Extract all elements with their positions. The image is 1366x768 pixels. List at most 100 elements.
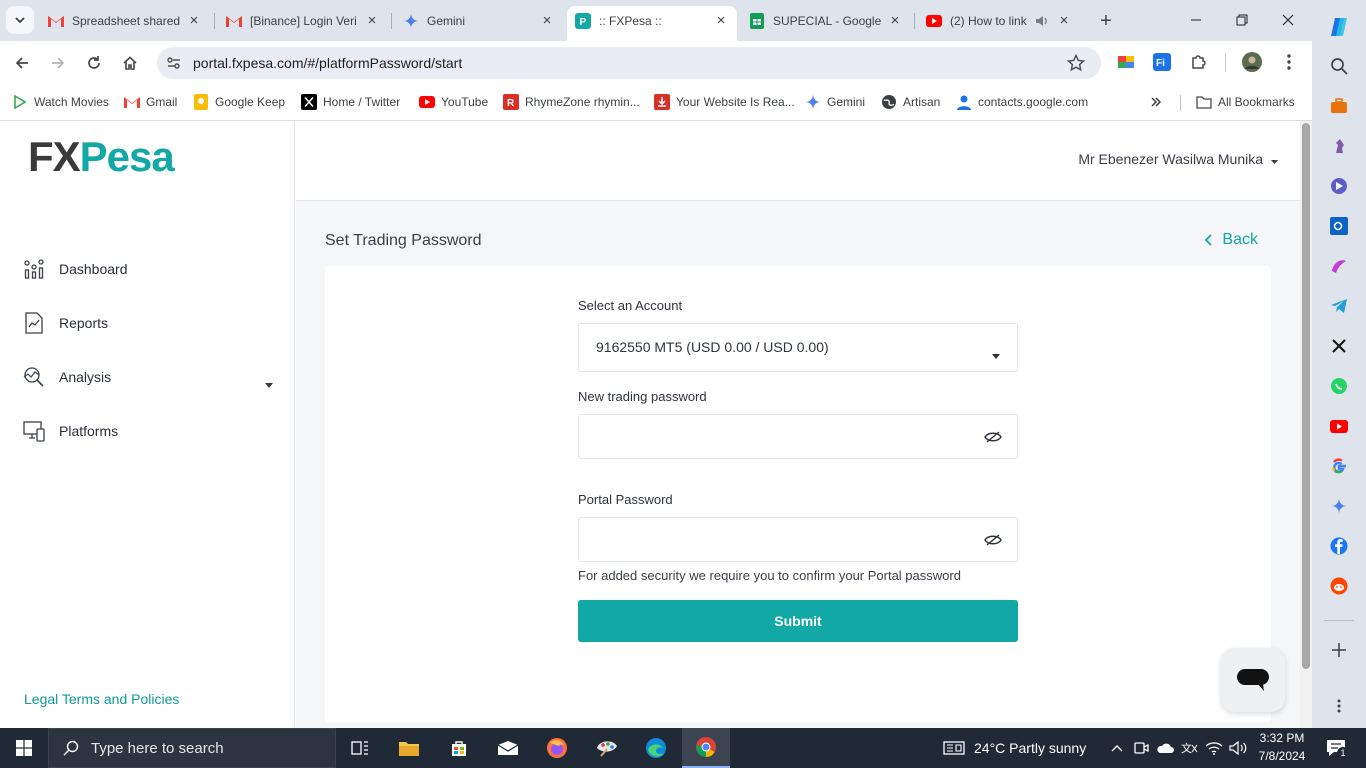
volume-icon[interactable] [1228,738,1248,758]
bookmarks-overflow-button[interactable] [1150,92,1162,112]
portal-password-input[interactable] [578,517,1018,562]
tab-spreadsheet[interactable]: Spreadsheet shared × [40,6,210,35]
eye-off-icon[interactable] [983,427,1003,447]
bookmark-star-icon[interactable] [1066,53,1086,77]
panel-more-icon[interactable] [1329,696,1349,716]
clock-date[interactable]: 7/8/2024 [1258,749,1306,763]
google-icon[interactable] [1329,456,1349,476]
tab-youtube[interactable]: (2) How to link × [918,6,1088,35]
reload-button[interactable] [80,49,108,77]
close-icon[interactable]: × [186,12,202,29]
page-title: Set Trading Password [325,232,482,249]
legal-terms-link[interactable]: Legal Terms and Policies [24,691,179,707]
browser-menu-icon[interactable] [1279,52,1299,72]
minimize-button[interactable] [1173,6,1219,34]
wifi-icon[interactable] [1204,738,1224,758]
bookmark-rhymezone[interactable]: R RhymeZone rhymin... [503,92,640,112]
new-tab-button[interactable]: + [1093,8,1119,34]
fi-extension-icon[interactable]: Fi [1152,52,1172,72]
color-extension-icon[interactable] [1116,52,1136,72]
account-select[interactable]: 9162550 MT5 (USD 0.00 / USD 0.00) [578,323,1018,372]
back-link[interactable]: Back [1204,231,1258,249]
whatsapp-icon[interactable] [1329,376,1349,396]
task-view-button[interactable] [336,728,384,768]
youtube-icon [926,13,942,29]
language-icon[interactable]: 文 [1180,738,1200,758]
paint-app-button[interactable] [583,728,631,768]
bookmark-artisan[interactable]: Artisan [881,92,940,112]
site-settings-icon[interactable] [166,55,182,76]
meet-now-icon[interactable] [1131,738,1151,758]
new-password-input[interactable] [578,414,1018,459]
file-explorer-button[interactable] [385,728,433,768]
reddit-icon[interactable] [1329,576,1349,596]
clock-time[interactable]: 3:32 PM [1258,731,1306,745]
home-button[interactable] [116,49,144,77]
sidebar-item-reports[interactable]: Reports [22,309,282,337]
tab-search-button[interactable] [6,6,34,34]
close-icon[interactable]: × [539,12,555,29]
weather-text[interactable]: 24°C Partly sunny [974,740,1086,756]
chess-icon[interactable] [1329,136,1349,156]
add-icon[interactable] [1329,640,1349,660]
bookmark-gmail[interactable]: Gmail [124,92,177,112]
eye-off-icon[interactable] [983,530,1003,550]
restore-button[interactable] [1219,6,1265,34]
notifications-button[interactable]: 1 [1324,738,1349,759]
submit-button[interactable]: Submit [578,600,1018,642]
back-nav-button[interactable] [8,49,36,77]
copilot-icon[interactable] [1326,14,1352,40]
store-button[interactable] [435,728,483,768]
extensions-puzzle-icon[interactable] [1189,52,1209,72]
designer-icon[interactable] [1329,256,1349,276]
onedrive-icon[interactable] [1155,738,1175,758]
all-bookmarks-button[interactable]: All Bookmarks [1196,92,1295,112]
address-bar[interactable]: portal.fxpesa.com/#/platformPassword/sta… [157,47,1101,79]
telegram-icon[interactable] [1329,296,1349,316]
firefox-button[interactable] [533,728,581,768]
start-button[interactable] [0,728,48,768]
taskbar-search-box[interactable]: Type here to search [48,728,336,768]
edge-button[interactable] [632,728,680,768]
bookmark-twitter[interactable]: Home / Twitter [301,92,400,112]
youtube-icon[interactable] [1329,416,1349,436]
user-menu[interactable]: Mr Ebenezer Wasilwa Munika [1078,151,1278,167]
sidebar-item-dashboard[interactable]: Dashboard [22,255,282,283]
chevron-up-icon[interactable] [1107,738,1127,758]
bookmark-gemini[interactable]: Gemini [805,92,865,112]
x-icon[interactable] [1329,336,1349,356]
close-icon[interactable]: × [887,12,903,29]
chat-widget-button[interactable] [1221,648,1285,712]
search-icon[interactable] [1329,56,1349,76]
sidebar-item-platforms[interactable]: Platforms [22,417,282,445]
tab-binance[interactable]: [Binance] Login Veri × [218,6,388,35]
tab-fxpesa[interactable]: P :: FXPesa :: × [567,6,737,41]
sidebar-item-analysis[interactable]: Analysis [22,363,282,391]
speaker-icon[interactable] [1034,13,1050,29]
tab-supecial[interactable]: SUPECIAL - Google × [741,6,911,35]
chat-icon [1237,669,1269,691]
bookmark-youtube[interactable]: YouTube [419,92,488,112]
weather-icon[interactable] [942,738,966,758]
page-scrollbar[interactable] [1300,121,1312,728]
gemini-icon[interactable] [1329,496,1349,516]
bookmark-watch-movies[interactable]: Watch Movies [12,92,109,112]
close-icon[interactable]: × [1056,12,1072,29]
bookmark-google-keep[interactable]: Google Keep [193,92,285,112]
close-icon[interactable]: × [364,12,380,29]
copilot-app-icon[interactable] [1329,176,1349,196]
close-window-button[interactable] [1265,6,1311,34]
outlook-icon[interactable] [1329,216,1349,236]
tab-gemini[interactable]: Gemini × [395,6,563,35]
mail-button[interactable] [484,728,532,768]
fxpesa-logo[interactable]: FXPesa [28,135,175,179]
forward-nav-button[interactable] [44,49,72,77]
briefcase-icon[interactable] [1329,96,1349,116]
profile-avatar[interactable] [1242,52,1262,72]
bookmark-contacts[interactable]: contacts.google.com [956,92,1088,112]
scrollbar-thumb[interactable] [1302,123,1310,669]
chrome-button[interactable] [682,728,730,768]
close-icon[interactable]: × [713,12,729,29]
bookmark-your-website[interactable]: Your Website Is Rea... [654,92,795,112]
facebook-icon[interactable] [1329,536,1349,556]
